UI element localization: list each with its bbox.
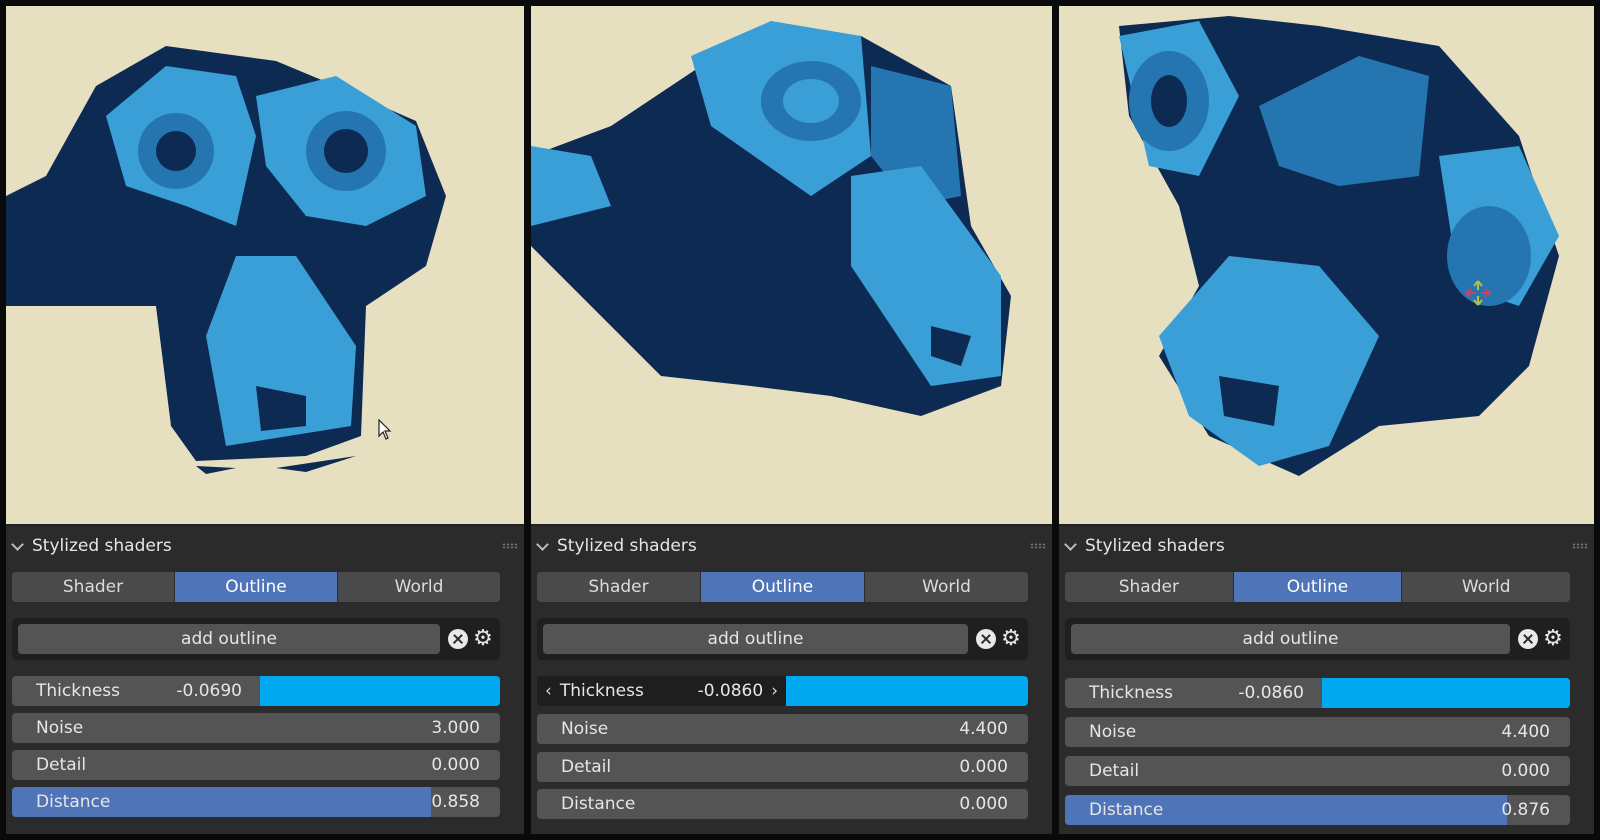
outline-box: add outline ⚙ xyxy=(537,618,1028,660)
thickness-label: Thickness xyxy=(1089,683,1174,703)
panel-title: Stylized shaders xyxy=(32,536,172,556)
tab-outline[interactable]: Outline xyxy=(1233,572,1403,602)
noise-field[interactable]: Noise 3.000 xyxy=(12,713,500,743)
thickness-value: -0.0860 xyxy=(1238,683,1304,703)
noise-field[interactable]: Noise 4.400 xyxy=(1065,717,1570,747)
distance-value: 0.858 xyxy=(431,792,480,812)
thickness-field[interactable]: Thickness -0.0690 xyxy=(12,676,500,706)
tab-world[interactable]: World xyxy=(338,572,500,602)
distance-field[interactable]: Distance 0.858 xyxy=(12,787,500,817)
tab-bar: Shader Outline World xyxy=(537,572,1028,602)
tab-shader[interactable]: Shader xyxy=(12,572,175,602)
tab-shader[interactable]: Shader xyxy=(537,572,701,602)
add-outline-button[interactable]: add outline xyxy=(543,624,968,654)
mouse-cursor-icon xyxy=(378,419,392,440)
detail-label: Detail xyxy=(1089,761,1140,781)
tab-outline[interactable]: Outline xyxy=(175,572,338,602)
panel-header[interactable]: Stylized shaders xyxy=(1065,532,1588,560)
gear-icon[interactable]: ⚙ xyxy=(1542,628,1564,650)
panel-title: Stylized shaders xyxy=(557,536,697,556)
drag-grip-icon[interactable] xyxy=(502,543,518,549)
thickness-field[interactable]: ‹ Thickness -0.0860 › xyxy=(537,676,1028,706)
thickness-value: -0.0860 xyxy=(697,681,764,701)
thickness-value: -0.0690 xyxy=(176,681,242,701)
chevron-down-icon[interactable] xyxy=(12,540,24,552)
monkey-render xyxy=(531,21,1011,416)
detail-value: 0.000 xyxy=(431,755,480,775)
decrement-arrow-icon[interactable]: ‹ xyxy=(537,681,560,701)
noise-value: 3.000 xyxy=(431,718,480,738)
noise-value: 4.400 xyxy=(959,719,1008,739)
distance-label: Distance xyxy=(1089,800,1164,820)
tab-world[interactable]: World xyxy=(865,572,1028,602)
thickness-label: Thickness xyxy=(559,681,644,701)
stylized-shaders-panel: Stylized shaders Shader Outline World ad… xyxy=(6,526,524,834)
detail-label: Detail xyxy=(561,757,612,777)
distance-label: Distance xyxy=(36,792,111,812)
detail-field[interactable]: Detail 0.000 xyxy=(537,752,1028,782)
tab-bar: Shader Outline World xyxy=(12,572,500,602)
drag-grip-icon[interactable] xyxy=(1030,543,1046,549)
detail-field[interactable]: Detail 0.000 xyxy=(12,750,500,780)
thickness-label: Thickness xyxy=(36,681,121,701)
tab-shader[interactable]: Shader xyxy=(1065,572,1234,602)
thickness-field[interactable]: Thickness -0.0860 xyxy=(1065,678,1570,708)
drag-grip-icon[interactable] xyxy=(1572,543,1588,549)
close-circle-icon[interactable] xyxy=(976,629,996,649)
panel-title: Stylized shaders xyxy=(1085,536,1225,556)
gear-icon[interactable]: ⚙ xyxy=(1000,628,1022,650)
viewport-pane-3: Stylized shaders Shader Outline World ad… xyxy=(1059,6,1594,834)
viewport-pane-2: Stylized shaders Shader Outline World ad… xyxy=(531,6,1052,834)
3d-viewport[interactable] xyxy=(531,6,1052,524)
tab-world[interactable]: World xyxy=(1402,572,1570,602)
thickness-bar xyxy=(1322,678,1570,708)
stylized-shaders-panel: Stylized shaders Shader Outline World ad… xyxy=(531,526,1052,834)
chevron-down-icon[interactable] xyxy=(1065,540,1077,552)
increment-arrow-icon[interactable]: › xyxy=(763,681,786,701)
close-circle-icon[interactable] xyxy=(1518,629,1538,649)
monkey-render xyxy=(1119,16,1559,476)
close-circle-icon[interactable] xyxy=(448,629,468,649)
3d-viewport[interactable] xyxy=(1059,6,1594,524)
detail-label: Detail xyxy=(36,755,87,775)
distance-value: 0.000 xyxy=(959,794,1008,814)
noise-value: 4.400 xyxy=(1501,722,1550,742)
add-outline-button[interactable]: add outline xyxy=(18,624,440,654)
stylized-shaders-panel: Stylized shaders Shader Outline World ad… xyxy=(1059,526,1594,834)
viewport-pane-1: Stylized shaders Shader Outline World ad… xyxy=(6,6,524,834)
panel-header[interactable]: Stylized shaders xyxy=(12,532,518,560)
distance-field[interactable]: Distance 0.876 xyxy=(1065,795,1570,825)
tab-bar: Shader Outline World xyxy=(1065,572,1570,602)
noise-label: Noise xyxy=(1089,722,1137,742)
detail-value: 0.000 xyxy=(1501,761,1550,781)
monkey-render xyxy=(6,46,446,474)
panel-header[interactable]: Stylized shaders xyxy=(537,532,1046,560)
chevron-down-icon[interactable] xyxy=(537,540,549,552)
move-gizmo-icon[interactable] xyxy=(1463,278,1493,308)
thickness-bar xyxy=(786,676,1028,706)
noise-field[interactable]: Noise 4.400 xyxy=(537,714,1028,744)
add-outline-button[interactable]: add outline xyxy=(1071,624,1510,654)
noise-label: Noise xyxy=(561,719,609,739)
tab-outline[interactable]: Outline xyxy=(701,572,865,602)
gear-icon[interactable]: ⚙ xyxy=(472,628,494,650)
outline-box: add outline ⚙ xyxy=(12,618,500,660)
detail-value: 0.000 xyxy=(959,757,1008,777)
thickness-bar xyxy=(260,676,500,706)
outline-box: add outline ⚙ xyxy=(1065,618,1570,660)
noise-label: Noise xyxy=(36,718,84,738)
distance-label: Distance xyxy=(561,794,636,814)
3d-viewport[interactable] xyxy=(6,6,524,524)
distance-value: 0.876 xyxy=(1501,800,1550,820)
detail-field[interactable]: Detail 0.000 xyxy=(1065,756,1570,786)
distance-field[interactable]: Distance 0.000 xyxy=(537,789,1028,819)
